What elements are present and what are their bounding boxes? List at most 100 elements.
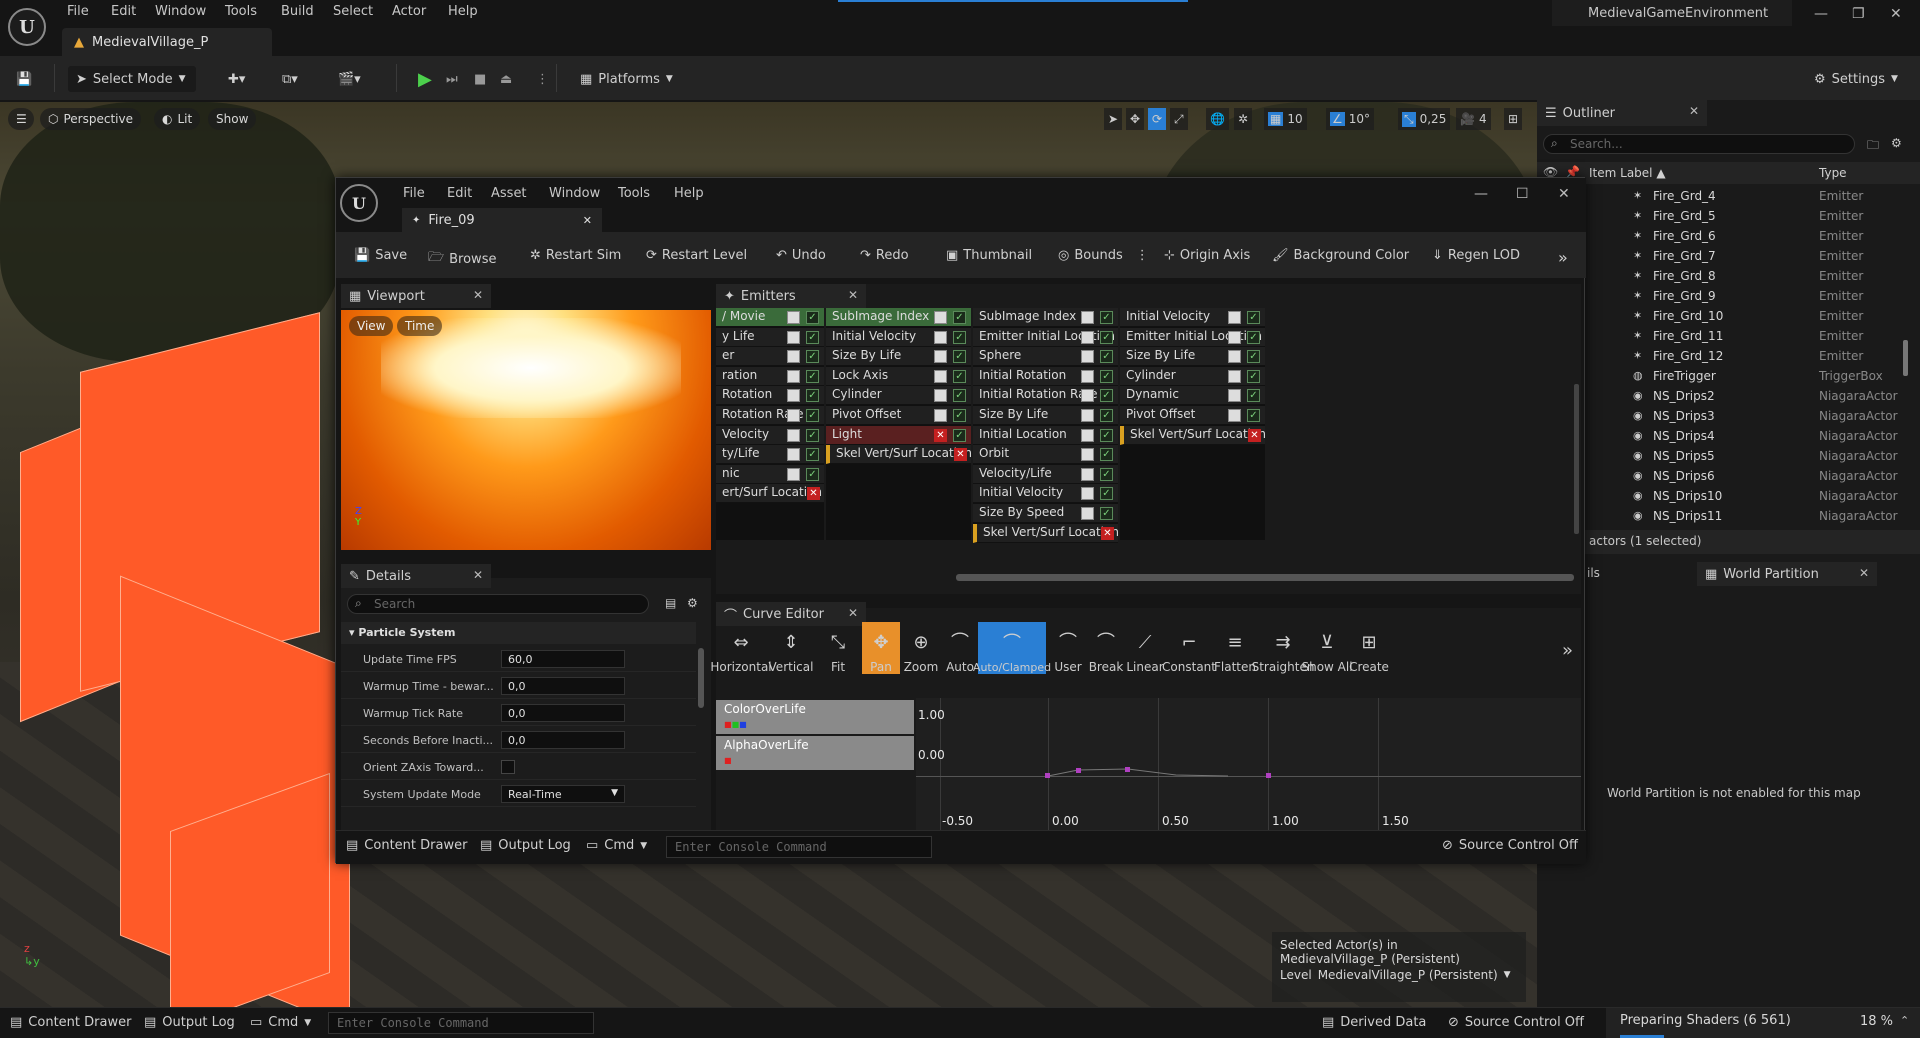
outliner-row[interactable]: ◉ NS_Drips10 NiagaraActor (1537, 486, 1920, 506)
outliner-row[interactable]: ✶ Fire_Grd_11 Emitter (1537, 326, 1920, 346)
emitters-tab[interactable]: ✦ Emitters ✕ (716, 284, 866, 308)
outliner-row[interactable]: ✶ Fire_Grd_6 Emitter (1537, 226, 1920, 246)
flatten-button[interactable]: ≡ Flatten (1214, 622, 1256, 674)
cascade-menu-help[interactable]: Help (674, 186, 704, 201)
menu-window[interactable]: Window (155, 4, 206, 19)
outliner-row[interactable]: ✶ Fire_Grd_5 Emitter (1537, 206, 1920, 226)
enable-checkbox[interactable] (1081, 389, 1094, 403)
enable-checkbox[interactable] (1228, 389, 1241, 403)
cascade-menu-file[interactable]: File (403, 186, 425, 201)
emitter-module[interactable]: Size By Life ✓ (973, 406, 1118, 425)
asset-tab[interactable]: ✦ Fire_09 ✕ (402, 208, 602, 232)
outliner-row[interactable]: ◉ NS_Drips2 NiagaraActor (1537, 386, 1920, 406)
emitter-module[interactable]: er ✓ (716, 347, 824, 367)
curve-checkbox[interactable]: ✓ (806, 467, 819, 481)
source-control-button[interactable]: ⊘ Source Control Off (1442, 838, 1578, 853)
curve-checkbox[interactable]: ✓ (953, 369, 966, 383)
details-tab[interactable]: ✎ Details ✕ (341, 564, 491, 588)
restart-sim-button[interactable]: ✲ Restart Sim (530, 248, 621, 263)
emitter-module[interactable]: Emitter Initial Location ✓ (973, 327, 1118, 347)
minimize-icon[interactable]: — (1474, 186, 1488, 202)
outliner-tab[interactable]: ☰ Outliner ✕ (1537, 100, 1707, 126)
level-tab[interactable]: ▲ MedievalVillage_P (62, 28, 272, 56)
select-mode-dropdown[interactable]: ➤ Select Mode ▼ (68, 66, 196, 92)
emitter-module[interactable]: Dynamic ✓ (1120, 386, 1265, 406)
enable-checkbox[interactable] (787, 467, 800, 481)
maximize-icon[interactable]: ☐ (1516, 186, 1529, 202)
enable-checkbox[interactable] (1081, 448, 1094, 462)
gear-icon[interactable]: ⚙ (687, 596, 698, 610)
emitter-module[interactable]: Size By Life ✓ (1120, 347, 1265, 367)
curve-key[interactable] (1266, 773, 1271, 778)
outliner-search-input[interactable]: Search... (1543, 134, 1855, 154)
emitter-module[interactable]: SubImage Index ✓ (826, 308, 971, 327)
emitter-module[interactable]: ty/Life ✓ (716, 445, 824, 465)
curve-checkbox[interactable]: ✓ (953, 409, 966, 422)
console-input[interactable]: Enter Console Command (666, 836, 932, 858)
blueprint-icon[interactable]: ⧉▾ (282, 66, 298, 92)
derived-data-button[interactable]: ▤ Derived Data (1322, 1015, 1426, 1030)
details-search-input[interactable]: Search (347, 594, 649, 614)
zoom-button[interactable]: ⊕ Zoom (902, 622, 940, 674)
curve-checkbox[interactable]: ✓ (1247, 330, 1260, 344)
curve-checkbox[interactable]: ✓ (806, 448, 819, 462)
world-partition-tab[interactable]: ▦ World Partition ✕ (1697, 562, 1877, 586)
close-icon[interactable]: ✕ (473, 288, 483, 302)
enable-checkbox[interactable] (787, 389, 800, 403)
level-dropdown[interactable]: Level MedievalVillage_P (Persistent) ▼ (1280, 968, 1518, 982)
close-icon[interactable]: ✕ (848, 606, 858, 620)
particle-system-section[interactable]: ▾ Particle System (341, 622, 696, 644)
outliner-row[interactable]: ✶ Fire_Grd_12 Emitter (1537, 346, 1920, 366)
col-type[interactable]: Type (1819, 166, 1847, 180)
col-item-label[interactable]: Item Label ▲ (1589, 166, 1666, 180)
emitter-module[interactable]: SubImage Index ✓ (973, 308, 1118, 327)
origin-axis-button[interactable]: ⊹ Origin Axis (1164, 248, 1250, 263)
outliner-row[interactable]: ✶ Fire_Grd_9 Emitter (1537, 286, 1920, 306)
curve-key[interactable] (1076, 768, 1081, 773)
table-view-icon[interactable]: ▤ (665, 596, 676, 610)
curve-checkbox[interactable]: ✓ (1247, 409, 1260, 422)
stop-icon[interactable]: ■ (474, 66, 486, 92)
close-icon[interactable]: ✕ (1558, 186, 1570, 202)
enable-checkbox[interactable] (1228, 330, 1241, 344)
curve-checkbox[interactable]: ✓ (1247, 350, 1260, 364)
curve-checkbox[interactable]: ✓ (953, 311, 966, 324)
cascade-menu-window[interactable]: Window (549, 186, 600, 201)
view-chip[interactable]: View (349, 316, 394, 336)
restart-level-button[interactable]: ⟳ Restart Level (646, 248, 747, 263)
emitter-module[interactable]: Cylinder ✓ (826, 386, 971, 406)
select-tool-icon[interactable]: ➤ (1104, 108, 1123, 130)
straighten-button[interactable]: ⇉ Straighten (1252, 622, 1315, 674)
output-log-button[interactable]: ▤ Output Log (144, 1015, 235, 1030)
content-drawer-button[interactable]: ▤ Content Drawer (346, 838, 467, 853)
scrollbar[interactable] (698, 648, 704, 708)
cinematics-icon[interactable]: 🎬▾ (338, 66, 361, 92)
enable-checkbox[interactable] (1081, 507, 1094, 520)
browse-button[interactable]: 🗁 Browse (428, 248, 496, 270)
detail-value-input[interactable]: 0,0 (501, 677, 625, 695)
menu-tools[interactable]: Tools (225, 4, 257, 19)
emitter-module[interactable]: nic ✓ (716, 464, 824, 484)
emitter-module[interactable]: Rotation ✓ (716, 386, 824, 406)
outliner-row[interactable]: ◍ FireTrigger TriggerBox (1537, 366, 1920, 386)
enable-checkbox[interactable] (1228, 311, 1241, 324)
emitter-module[interactable]: Initial Rotation ✓ (973, 366, 1118, 386)
output-log-button[interactable]: ▤ Output Log (480, 838, 571, 853)
enable-checkbox[interactable] (787, 311, 800, 324)
curve-checkbox[interactable]: ✓ (1100, 330, 1113, 344)
unreal-logo-icon[interactable]: U (8, 8, 46, 46)
add-actor-icon[interactable]: ✚▾ (228, 66, 245, 92)
curve-key[interactable] (1045, 773, 1050, 778)
curve-checkbox[interactable]: ✓ (1100, 487, 1113, 501)
translate-tool-icon[interactable]: ✥ (1126, 108, 1145, 130)
enable-checkbox[interactable] (1081, 467, 1094, 481)
curve-track-color[interactable]: ColorOverLife ■■■ (716, 700, 914, 734)
rotate-tool-icon[interactable]: ⟳ (1148, 108, 1167, 130)
save-icon[interactable]: 💾 (16, 66, 32, 92)
enable-checkbox[interactable] (934, 330, 947, 344)
scale-tool-icon[interactable]: ⤢ (1170, 108, 1188, 130)
linear-button[interactable]: ⟋ Linear (1126, 622, 1164, 674)
outliner-row[interactable]: ✶ Fire_Grd_7 Emitter (1537, 246, 1920, 266)
curve-checkbox[interactable]: ✓ (1100, 389, 1113, 403)
menu-actor[interactable]: Actor (392, 4, 426, 19)
